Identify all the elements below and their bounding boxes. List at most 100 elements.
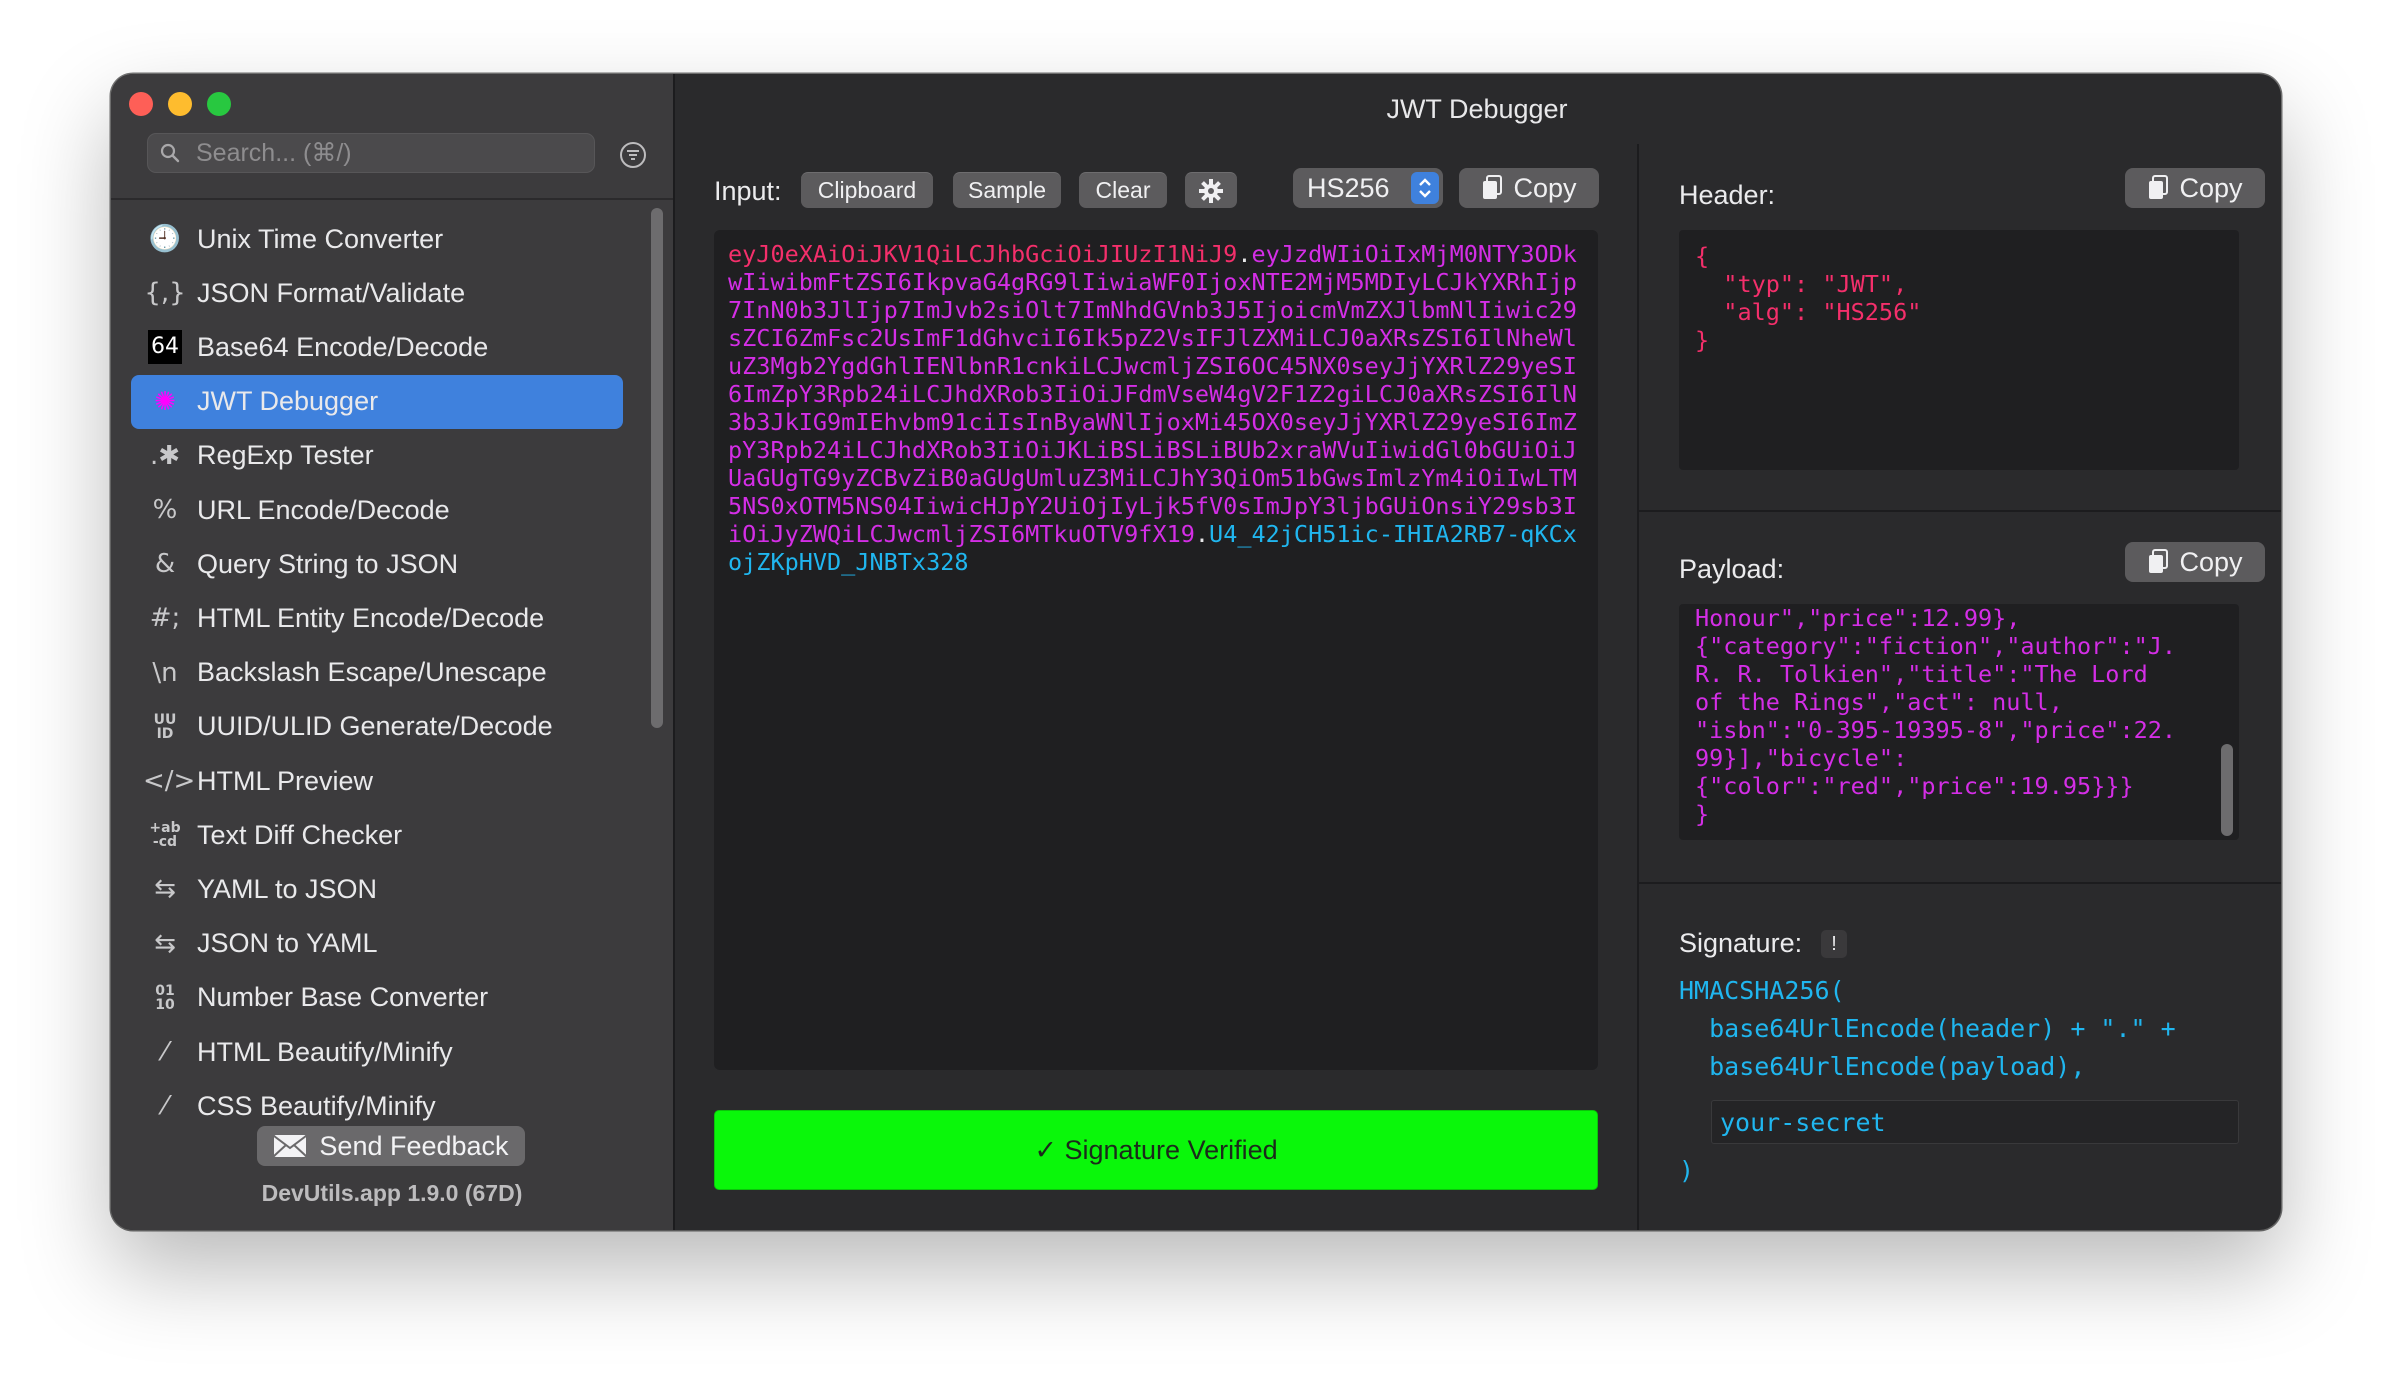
sidebar-item-label: HTML Beautify/Minify: [197, 1036, 453, 1067]
sidebar-item-label: Number Base Converter: [197, 982, 489, 1013]
sidebar-item-label: CSS Beautify/Minify: [197, 1090, 436, 1121]
sidebar-divider: [111, 198, 673, 200]
sidebar-item[interactable]: \n Backslash Escape/Unescape: [131, 646, 623, 700]
jwt-separator: .: [1194, 520, 1210, 548]
backslash-n-icon: \n: [152, 657, 178, 688]
hash-icon: #;: [149, 603, 181, 634]
payload-scrollbar[interactable]: [2221, 744, 2233, 836]
copy-header-button[interactable]: Copy: [2125, 168, 2265, 208]
sidebar-item[interactable]: 01 10 Number Base Converter: [131, 971, 623, 1025]
header-json-view[interactable]: { "typ": "JWT", "alg": "HS256" }: [1679, 230, 2239, 470]
sidebar-item-label: Text Diff Checker: [197, 819, 403, 850]
sidebar-item-label: Backslash Escape/Unescape: [197, 657, 547, 688]
algorithm-value: HS256: [1307, 172, 1390, 203]
signature-formula-line: ): [1679, 1156, 1695, 1185]
magic-wand-icon: ⁄: [162, 1037, 168, 1067]
header-label: Header:: [1679, 180, 1776, 210]
sidebar-item[interactable]: ✺ JWT Debugger: [131, 374, 623, 429]
sidebar-item-label: RegExp Tester: [197, 440, 374, 471]
minimize-window-button[interactable]: [168, 92, 192, 116]
copy-token-button[interactable]: Copy: [1459, 168, 1599, 208]
copy-header-label: Copy: [2179, 172, 2243, 203]
signature-status-banner: ✓ Signature Verified: [714, 1110, 1598, 1190]
app-window: 🕘 Unix Time Converter {,} JSON Format/Valid…: [111, 74, 2281, 1230]
copy-icon: [2149, 175, 2169, 199]
arrows-swap-icon: ⇆: [154, 928, 176, 959]
window-title: JWT Debugger: [1386, 94, 1568, 124]
clear-button[interactable]: Clear: [1079, 172, 1167, 208]
tool-list: 🕘 Unix Time Converter {,} JSON Format/Valid…: [131, 216, 631, 1176]
jwt-input[interactable]: eyJ0eXAiOiJKV1QiLCJhbGciOiJIUzI1NiJ9.eyJ…: [714, 230, 1598, 1070]
sidebar-item-label: JWT Debugger: [197, 386, 379, 417]
payload-json-view[interactable]: Honour","price":12.99}, {"category":"fic…: [1679, 604, 2239, 840]
signature-warning-badge[interactable]: !: [1821, 930, 1847, 958]
secret-input[interactable]: [1711, 1100, 2239, 1144]
close-window-button[interactable]: [129, 92, 153, 116]
sidebar-item[interactable]: ⁄ HTML Beautify/Minify: [131, 1025, 623, 1079]
sidebar-item[interactable]: % URL Encode/Decode: [131, 483, 623, 537]
ampersand-icon: &: [154, 549, 176, 580]
sidebar-item[interactable]: & Query String to JSON: [131, 537, 623, 591]
base64-icon: 64: [148, 330, 182, 365]
zoom-window-button[interactable]: [207, 92, 231, 116]
jwt-header-segment: eyJ0eXAiOiJKV1QiLCJhbGciOiJIUzI1NiJ9: [728, 240, 1238, 268]
app-version: DevUtils.app 1.9.0 (67D): [261, 1180, 523, 1206]
regex-icon: .✱: [149, 440, 181, 471]
uuid-icon: UU ID: [153, 711, 177, 742]
section-divider: [1639, 882, 2281, 884]
sidebar-item[interactable]: #; HTML Entity Encode/Decode: [131, 591, 623, 645]
sidebar-item[interactable]: {,} JSON Format/Validate: [131, 266, 623, 320]
sidebar-item-label: Unix Time Converter: [197, 223, 444, 254]
copy-payload-label: Copy: [2179, 546, 2243, 577]
signature-formula-line: HMACSHA256(: [1679, 976, 1845, 1005]
sidebar-item-label: Query String to JSON: [197, 548, 459, 579]
sidebar-item-label: HTML Preview: [197, 765, 374, 796]
magic-wand-icon: ⁄: [162, 1091, 168, 1122]
sidebar-item-label: URL Encode/Decode: [197, 494, 450, 525]
search-icon: [160, 143, 180, 163]
sidebar-item-label: Base64 Encode/Decode: [197, 331, 489, 362]
copy-payload-button[interactable]: Copy: [2125, 542, 2265, 582]
copy-token-label: Copy: [1513, 172, 1577, 203]
signature-formula-line: base64UrlEncode(payload),: [1679, 1052, 2086, 1081]
binary-icon: 01 10: [155, 982, 175, 1013]
send-feedback-label: Send Feedback: [319, 1130, 509, 1161]
sidebar-item[interactable]: 64 Base64 Encode/Decode: [131, 320, 623, 374]
sidebar-item[interactable]: </> HTML Preview: [131, 754, 623, 808]
copy-icon: [1483, 175, 1503, 199]
sidebar-item[interactable]: 🕘 Unix Time Converter: [131, 216, 623, 266]
jwt-payload-segment: eyJzdWIiOiIxMjM0NTY3ODkwIiwibmFtZSI6Ikpv…: [728, 240, 1577, 548]
sidebar-item[interactable]: ⇆ YAML to JSON: [131, 862, 623, 916]
sidebar-item[interactable]: +ab -cd Text Diff Checker: [131, 808, 623, 862]
filter-icon[interactable]: [618, 140, 648, 170]
settings-button[interactable]: [1185, 172, 1237, 208]
search-field[interactable]: [147, 133, 595, 173]
send-feedback-button[interactable]: Send Feedback: [257, 1126, 525, 1166]
sample-button[interactable]: Sample: [953, 172, 1061, 208]
sidebar-item[interactable]: UU ID UUID/ULID Generate/Decode: [131, 700, 623, 754]
clipboard-button[interactable]: Clipboard: [801, 172, 933, 208]
sidebar-item[interactable]: .✱ RegExp Tester: [131, 429, 623, 483]
sidebar-item-label: YAML to JSON: [197, 873, 378, 904]
jwt-icon: ✺: [154, 386, 176, 417]
panel-divider: [1637, 144, 1639, 1230]
algorithm-stepper[interactable]: [1411, 172, 1439, 204]
jwt-separator: .: [1237, 240, 1252, 268]
payload-label: Payload:: [1679, 554, 1785, 584]
chevron-updown-icon: [1419, 178, 1431, 198]
search-input[interactable]: [194, 137, 578, 169]
sidebar-scrollbar[interactable]: [651, 208, 663, 728]
code-icon: </>: [143, 766, 196, 796]
gear-icon: [1199, 178, 1223, 203]
sidebar: 🕘 Unix Time Converter {,} JSON Format/Valid…: [111, 74, 675, 1230]
braces-icon: {,}: [144, 278, 186, 309]
section-divider: [1639, 510, 2281, 512]
input-label: Input:: [714, 176, 782, 206]
envelope-icon: [273, 1135, 308, 1157]
copy-icon: [2149, 549, 2169, 573]
sidebar-item-label: UUID/ULID Generate/Decode: [197, 711, 553, 742]
algorithm-select[interactable]: HS256: [1293, 168, 1443, 208]
sidebar-item-label: JSON Format/Validate: [197, 277, 466, 308]
sidebar-item-label: JSON to YAML: [197, 928, 378, 959]
sidebar-item[interactable]: ⇆ JSON to YAML: [131, 917, 623, 971]
